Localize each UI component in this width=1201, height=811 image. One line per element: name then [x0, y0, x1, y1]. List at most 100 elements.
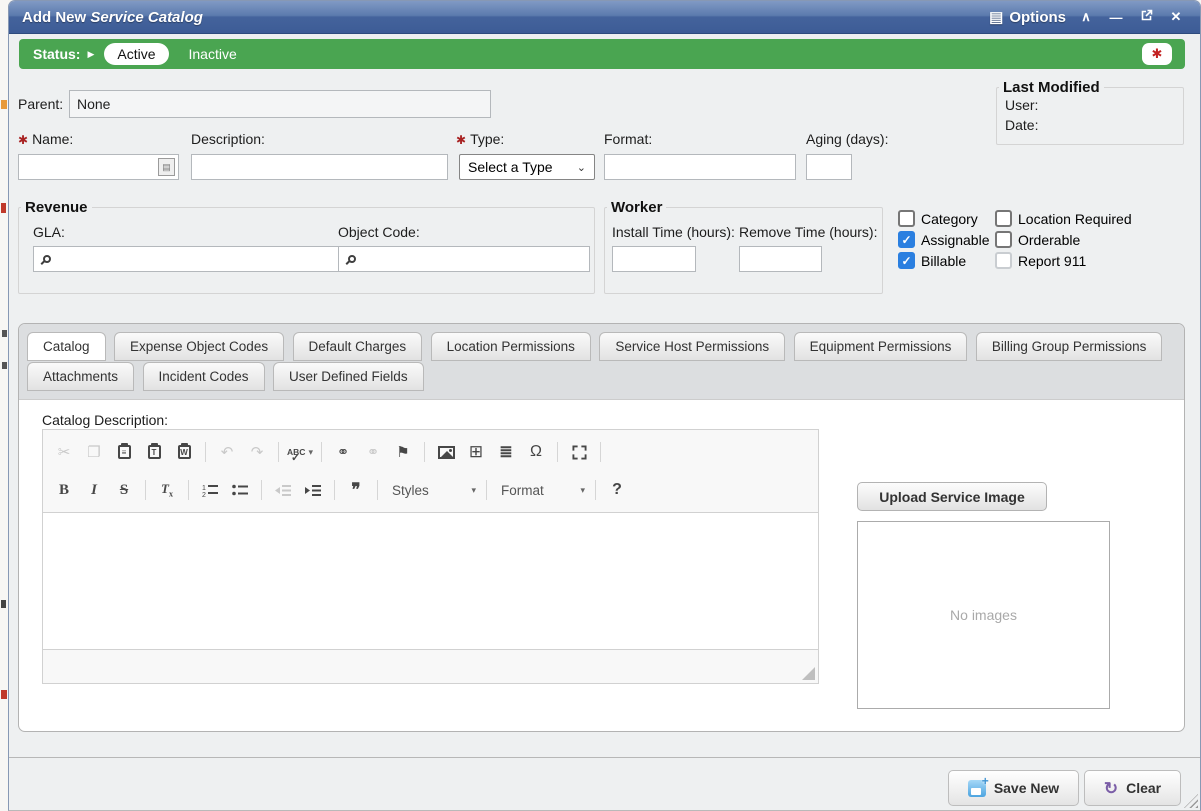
name-picker-button[interactable]: ▤: [158, 158, 175, 176]
service-image-box: No images: [857, 521, 1110, 709]
styles-dropdown[interactable]: Styles ▾: [384, 477, 480, 503]
increase-indent-icon[interactable]: [298, 477, 328, 503]
install-time-input[interactable]: [612, 246, 696, 272]
asterisk-icon: ✱: [1152, 46, 1163, 62]
checkbox-assignable[interactable]: ✓ Assignable: [898, 231, 990, 248]
maximize-icon[interactable]: [564, 439, 594, 465]
bulleted-list-icon[interactable]: [225, 477, 255, 503]
save-new-button[interactable]: Save New: [948, 770, 1079, 806]
link-icon[interactable]: ⚭: [328, 439, 358, 465]
tab-catalog[interactable]: Catalog: [27, 332, 106, 361]
spell-check-icon[interactable]: ABC▾: [285, 439, 315, 465]
italic-icon[interactable]: I: [79, 477, 109, 503]
bold-icon[interactable]: B: [49, 477, 79, 503]
checkbox-box: [995, 231, 1012, 248]
tab-attachments[interactable]: Attachments: [27, 362, 134, 391]
remove-time-input[interactable]: [739, 246, 822, 272]
footer-bar: Save New ↻ Clear: [9, 757, 1200, 810]
install-time-label: Install Time (hours):: [612, 224, 735, 240]
checkbox-orderable[interactable]: Orderable: [995, 231, 1080, 248]
minimize-icon: —: [1110, 10, 1123, 25]
status-inactive-button[interactable]: Inactive: [189, 46, 237, 62]
tab-user-defined-fields[interactable]: User Defined Fields: [273, 362, 424, 391]
tab-incident-codes[interactable]: Incident Codes: [143, 362, 265, 391]
toolbar-separator: [261, 480, 262, 500]
tab-panel: Catalog Expense Object Codes Default Cha…: [18, 323, 1185, 732]
catalog-description-label: Catalog Description:: [42, 412, 168, 428]
svg-text:2: 2: [202, 492, 206, 497]
tab-location-permissions[interactable]: Location Permissions: [431, 332, 591, 361]
checkbox-box: ✓: [898, 252, 915, 269]
toolbar-separator: [486, 480, 487, 500]
toolbar-separator: [377, 480, 378, 500]
minimize-button[interactable]: —: [1106, 10, 1126, 25]
special-character-icon[interactable]: Ω: [521, 439, 551, 465]
about-help-icon[interactable]: ?: [602, 477, 632, 503]
close-button[interactable]: ✕: [1166, 9, 1186, 25]
gla-label: GLA:: [33, 224, 65, 240]
collapse-button[interactable]: ∧: [1076, 9, 1096, 25]
catalog-description-editor: ✂ ❐ ≡ T W ↶ ↷ ABC▾ ⚭ ⚭ ⚑: [42, 429, 819, 684]
clear-button[interactable]: ↻ Clear: [1084, 770, 1181, 806]
paste-icon[interactable]: ≡: [109, 439, 139, 465]
backdrop-speck: [1, 100, 7, 109]
tab-service-host-permissions[interactable]: Service Host Permissions: [599, 332, 785, 361]
insert-table-icon[interactable]: ⊞: [461, 439, 491, 465]
unlink-icon[interactable]: ⚭: [358, 439, 388, 465]
insert-image-icon[interactable]: [431, 439, 461, 465]
decrease-indent-icon[interactable]: [268, 477, 298, 503]
add-new-service-catalog-dialog: Add New Service Catalog ▤ Options ∧ — ✕ …: [8, 0, 1201, 811]
editor-content-area[interactable]: [43, 513, 818, 649]
horizontal-rule-icon[interactable]: ≣: [491, 439, 521, 465]
checkbox-report-911[interactable]: Report 911: [995, 252, 1086, 269]
status-active-button[interactable]: Active: [104, 43, 168, 65]
options-button[interactable]: ▤ Options: [989, 8, 1066, 26]
format-dropdown[interactable]: Format ▾: [493, 477, 589, 503]
gla-search-input[interactable]: [33, 246, 340, 272]
editor-toolbar: ✂ ❐ ≡ T W ↶ ↷ ABC▾ ⚭ ⚭ ⚑: [43, 430, 818, 513]
description-label: Description:: [191, 131, 265, 147]
format-input[interactable]: [604, 154, 796, 180]
editor-resize-grip[interactable]: [802, 667, 815, 680]
required-indicator-button[interactable]: ✱: [1142, 43, 1172, 65]
worker-legend: Worker: [607, 199, 666, 216]
backdrop-speck: [1, 600, 6, 608]
close-icon: ✕: [1171, 9, 1182, 24]
numbered-list-icon[interactable]: 12: [195, 477, 225, 503]
name-input[interactable]: [18, 154, 179, 180]
checkbox-category[interactable]: Category: [898, 210, 978, 227]
remove-format-icon[interactable]: Tx: [152, 477, 182, 503]
strikethrough-icon[interactable]: S: [109, 477, 139, 503]
editor-bottom-bar: [43, 649, 818, 683]
object-code-search-input[interactable]: [338, 246, 590, 272]
backdrop-speck: [1, 203, 6, 213]
upload-service-image-button[interactable]: Upload Service Image: [857, 482, 1047, 511]
tab-equipment-permissions[interactable]: Equipment Permissions: [794, 332, 968, 361]
undo-icon[interactable]: ↶: [212, 439, 242, 465]
block-quote-icon[interactable]: ❞: [341, 477, 371, 503]
description-input[interactable]: [191, 154, 448, 180]
parent-field[interactable]: None: [69, 90, 491, 118]
chevron-down-icon: ▾: [580, 485, 585, 496]
type-select[interactable]: Select a Type ⌄: [459, 154, 595, 180]
tab-billing-group-permissions[interactable]: Billing Group Permissions: [976, 332, 1163, 361]
refresh-icon: ↻: [1104, 780, 1118, 797]
aging-days-input[interactable]: [806, 154, 852, 180]
tab-default-charges[interactable]: Default Charges: [293, 332, 423, 361]
paste-plain-text-icon[interactable]: T: [139, 439, 169, 465]
checkbox-location-required[interactable]: Location Required: [995, 210, 1132, 227]
checkbox-billable[interactable]: ✓ Billable: [898, 252, 966, 269]
popout-button[interactable]: [1136, 9, 1156, 25]
toolbar-separator: [205, 442, 206, 462]
redo-icon[interactable]: ↷: [242, 439, 272, 465]
paste-from-word-icon[interactable]: W: [169, 439, 199, 465]
tab-expense-object-codes[interactable]: Expense Object Codes: [114, 332, 284, 361]
backdrop-speck: [2, 362, 7, 369]
toolbar-separator: [145, 480, 146, 500]
title-bar: Add New Service Catalog ▤ Options ∧ — ✕: [9, 1, 1200, 34]
checkbox-box: [995, 210, 1012, 227]
cut-icon[interactable]: ✂: [49, 439, 79, 465]
copy-icon[interactable]: ❐: [79, 439, 109, 465]
window-resize-grip[interactable]: [1184, 794, 1198, 808]
anchor-flag-icon[interactable]: ⚑: [388, 439, 418, 465]
